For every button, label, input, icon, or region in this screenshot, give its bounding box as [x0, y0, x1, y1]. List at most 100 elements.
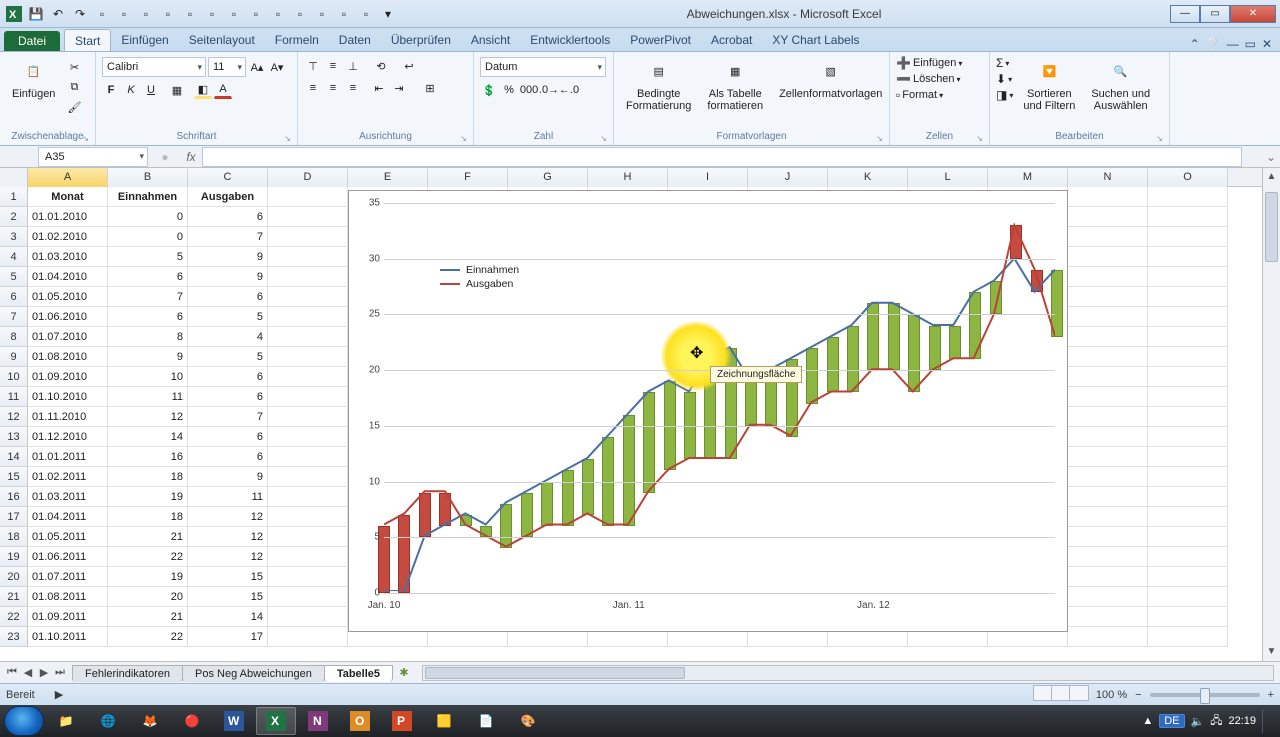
cell[interactable]: 14 [108, 427, 188, 447]
sort-filter-button[interactable]: 🔽Sortieren und Filtern [1017, 54, 1081, 116]
cell[interactable] [1068, 307, 1148, 327]
cell[interactable] [268, 467, 348, 487]
sheet-tab[interactable]: Fehlerindikatoren [72, 665, 183, 682]
tray-icon[interactable]: 🖧 [1210, 712, 1222, 731]
cell[interactable] [1068, 447, 1148, 467]
cell[interactable]: 01.08.2010 [28, 347, 108, 367]
cell[interactable] [1068, 567, 1148, 587]
cell[interactable]: 12 [108, 407, 188, 427]
cell[interactable] [268, 247, 348, 267]
system-tray[interactable]: ▲ DE 🔈 🖧 22:19 [1142, 709, 1276, 733]
cell[interactable] [1068, 267, 1148, 287]
format-as-table-button[interactable]: ▦Als Tabelle formatieren [701, 54, 769, 116]
row-header[interactable]: 3 [0, 227, 28, 247]
ribbon-tab-xy chart labels[interactable]: XY Chart Labels [762, 29, 869, 51]
column-header[interactable]: O [1148, 168, 1228, 187]
cell[interactable] [268, 427, 348, 447]
qat-icon[interactable]: ▫ [92, 4, 112, 24]
cell[interactable] [268, 567, 348, 587]
cell[interactable] [1148, 487, 1228, 507]
row-header[interactable]: 16 [0, 487, 28, 507]
cell[interactable]: 6 [188, 447, 268, 467]
ribbon-tab-einfügen[interactable]: Einfügen [111, 29, 178, 51]
cell[interactable]: Einnahmen [108, 187, 188, 207]
cell[interactable]: 19 [108, 487, 188, 507]
zoom-level[interactable]: 100 % [1096, 689, 1127, 701]
taskbar-ie-icon[interactable]: 🌐 [88, 707, 128, 735]
language-indicator[interactable]: DE [1159, 714, 1184, 728]
border-button[interactable]: ▦ [168, 81, 186, 99]
cell[interactable]: Ausgaben [188, 187, 268, 207]
cell-styles-button[interactable]: ▧Zellenformatvorlagen [773, 54, 888, 104]
row-header[interactable]: 5 [0, 267, 28, 287]
expand-formula-bar-icon[interactable]: ⌄ [1262, 150, 1280, 164]
cell[interactable] [1148, 247, 1228, 267]
column-header[interactable]: H [588, 168, 668, 187]
cell[interactable] [1068, 407, 1148, 427]
chart-line[interactable] [384, 225, 1055, 546]
row-header[interactable]: 22 [0, 607, 28, 627]
wrap-text-icon[interactable]: ↩ [400, 57, 418, 75]
cell[interactable] [1068, 487, 1148, 507]
zoom-out-icon[interactable]: − [1135, 689, 1141, 701]
cell[interactable]: 4 [188, 327, 268, 347]
scroll-down-icon[interactable]: ▼ [1263, 643, 1280, 661]
taskbar-outlook-icon[interactable]: O [340, 707, 380, 735]
row-header[interactable]: 11 [0, 387, 28, 407]
align-middle-icon[interactable]: ≡ [324, 57, 342, 75]
ribbon-tab-entwicklertools[interactable]: Entwicklertools [520, 29, 620, 51]
cell[interactable]: 19 [108, 567, 188, 587]
scroll-up-icon[interactable]: ▲ [1263, 168, 1280, 186]
ribbon-tab-seitenlayout[interactable]: Seitenlayout [179, 29, 265, 51]
cell[interactable] [1148, 407, 1228, 427]
sheet-tab[interactable]: Tabelle5 [324, 665, 393, 682]
cell[interactable]: 01.07.2011 [28, 567, 108, 587]
taskbar-folder-icon[interactable]: 📁 [46, 707, 86, 735]
tray-clock[interactable]: 22:19 [1228, 715, 1256, 727]
cell[interactable]: 9 [188, 467, 268, 487]
show-desktop-button[interactable] [1262, 709, 1272, 733]
workbook-close-icon[interactable]: ✕ [1262, 37, 1272, 51]
decrease-font-icon[interactable]: A▾ [268, 58, 286, 76]
taskbar-onenote-icon[interactable]: N [298, 707, 338, 735]
row-header[interactable]: 1 [0, 187, 28, 207]
cell[interactable]: 17 [188, 627, 268, 647]
insert-cells-button[interactable]: ➕Einfügen▾ [896, 56, 962, 70]
increase-indent-icon[interactable]: ⇥ [390, 79, 408, 97]
row-header[interactable]: 12 [0, 407, 28, 427]
hscroll-thumb[interactable] [425, 667, 685, 679]
minimize-window-button[interactable]: — [1170, 5, 1200, 23]
cell[interactable]: 01.04.2010 [28, 267, 108, 287]
macro-record-icon[interactable]: ▶ [55, 688, 63, 701]
cell[interactable]: 7 [188, 227, 268, 247]
row-header[interactable]: 13 [0, 427, 28, 447]
column-header[interactable]: I [668, 168, 748, 187]
ribbon-minimize-icon[interactable]: ⌃ [1190, 37, 1200, 51]
cell[interactable]: 01.02.2010 [28, 227, 108, 247]
cell[interactable] [268, 207, 348, 227]
cell[interactable]: 12 [188, 527, 268, 547]
qat-icon[interactable]: ▫ [180, 4, 200, 24]
font-name-combo[interactable]: Calibri [102, 57, 206, 77]
increase-font-icon[interactable]: A▴ [248, 58, 266, 76]
cell[interactable] [1148, 207, 1228, 227]
row-header[interactable]: 20 [0, 567, 28, 587]
decrease-indent-icon[interactable]: ⇤ [370, 79, 388, 97]
align-top-icon[interactable]: ⊤ [304, 57, 322, 75]
align-right-icon[interactable]: ≡ [344, 79, 362, 97]
cell[interactable]: 9 [108, 347, 188, 367]
qat-icon[interactable]: ▫ [246, 4, 266, 24]
scroll-thumb[interactable] [1265, 192, 1278, 262]
zoom-slider[interactable] [1150, 693, 1260, 697]
cell[interactable] [268, 267, 348, 287]
taskbar-firefox-icon[interactable]: 🦊 [130, 707, 170, 735]
cell[interactable]: 01.05.2011 [28, 527, 108, 547]
ribbon-tab-ansicht[interactable]: Ansicht [461, 29, 520, 51]
cell[interactable] [1068, 587, 1148, 607]
formula-input[interactable] [202, 147, 1242, 167]
increase-decimal-icon[interactable]: .0→ [540, 81, 558, 99]
cell[interactable]: 01.06.2011 [28, 547, 108, 567]
cell[interactable]: 0 [108, 227, 188, 247]
chart-object[interactable]: Einnahmen Ausgaben Zeichnungsfläche ✥ 05… [348, 190, 1068, 632]
conditional-formatting-button[interactable]: ▤Bedingte Formatierung [620, 54, 697, 116]
